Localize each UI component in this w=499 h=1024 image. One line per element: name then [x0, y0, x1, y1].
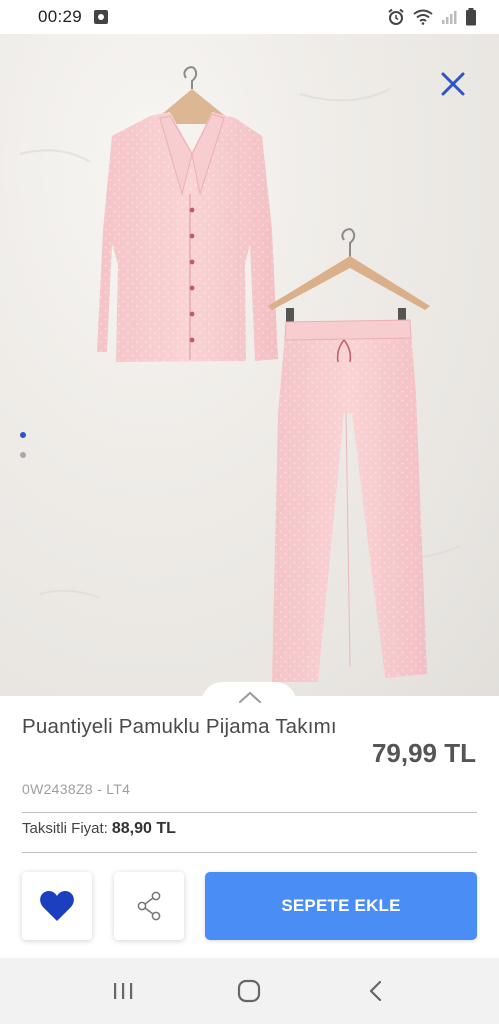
back-icon: [369, 980, 381, 1002]
divider: [22, 852, 477, 853]
divider: [22, 812, 477, 813]
gallery-dot-active[interactable]: [20, 432, 26, 438]
product-title: Puantiyeli Pamuklu Pijama Takımı: [22, 715, 337, 738]
recent-apps-button[interactable]: [103, 971, 143, 1011]
status-icons: [387, 8, 477, 26]
home-icon: [238, 979, 261, 1003]
gallery-pagination: [20, 432, 26, 472]
product-sku: 0W2438Z8 - LT4: [22, 781, 131, 797]
installment-price-row: Taksitli Fiyat: 88,90 TL: [22, 820, 176, 838]
add-to-cart-button[interactable]: SEPETE EKLE: [205, 872, 477, 940]
battery-icon: [466, 8, 476, 26]
product-price: 79,99 TL: [371, 738, 476, 768]
back-button[interactable]: [356, 971, 396, 1011]
gallery-dot[interactable]: [20, 452, 26, 458]
signal-icon: [442, 11, 457, 24]
status-bar: 00:29: [0, 0, 499, 34]
share-button[interactable]: [114, 872, 184, 940]
system-navigation-bar: [0, 958, 499, 1024]
product-image-gallery[interactable]: [0, 34, 499, 696]
favorite-button[interactable]: [22, 872, 92, 940]
notification-app-icon: [94, 10, 109, 24]
wifi-icon: [413, 9, 433, 25]
heart-icon: [40, 891, 74, 921]
chevron-up-icon[interactable]: [238, 690, 262, 704]
pink-polka-dot-pajama-set-photo[interactable]: [0, 34, 499, 696]
home-button[interactable]: [229, 971, 269, 1011]
recent-apps-icon: [114, 983, 133, 999]
close-icon[interactable]: [437, 68, 469, 100]
share-icon: [137, 891, 161, 921]
alarm-icon: [388, 8, 404, 25]
status-time: 00:29: [38, 7, 83, 26]
installment-label: Taksitli Fiyat:: [22, 820, 108, 837]
installment-price: 88,90 TL: [111, 820, 176, 837]
